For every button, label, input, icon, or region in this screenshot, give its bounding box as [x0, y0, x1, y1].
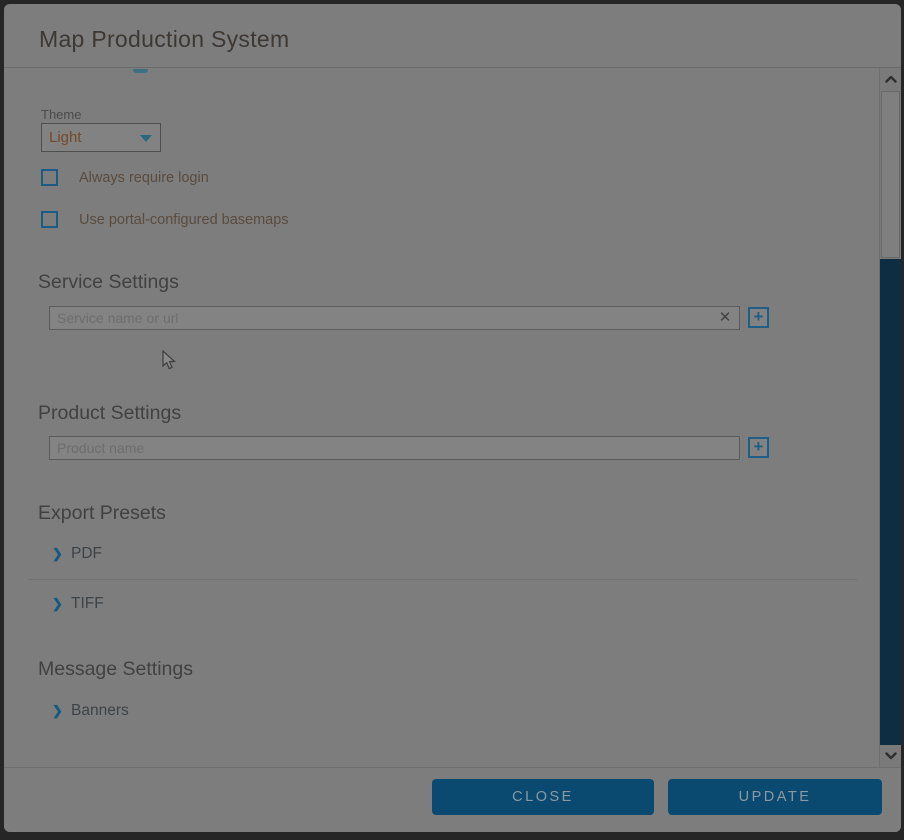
vertical-scrollbar[interactable]: [879, 68, 901, 767]
screen: Map Production System Theme Light Always…: [0, 0, 904, 840]
service-name-input[interactable]: [49, 306, 740, 330]
settings-scroll-area: Theme Light Always require login Use por…: [4, 68, 901, 767]
always-require-login-checkbox[interactable]: [41, 169, 58, 186]
expander-label: TIFF: [71, 595, 104, 613]
checkbox-label: Use portal-configured basemaps: [79, 212, 289, 228]
checkbox-label: Always require login: [79, 170, 209, 186]
expander-label: Banners: [71, 702, 129, 720]
map-production-dialog: Map Production System Theme Light Always…: [4, 4, 901, 832]
mouse-cursor-icon: [162, 350, 178, 372]
product-name-input[interactable]: [49, 436, 740, 460]
add-product-button[interactable]: +: [748, 437, 769, 458]
clear-icon[interactable]: ✕: [716, 309, 734, 327]
add-service-button[interactable]: +: [748, 307, 769, 328]
chevron-down-icon: [140, 135, 152, 142]
scroll-down-icon: [885, 752, 897, 760]
scrollbar-track[interactable]: [880, 259, 901, 758]
close-button[interactable]: CLOSE: [432, 779, 654, 815]
scroll-up-icon: [885, 75, 897, 83]
scroll-up-button[interactable]: [880, 68, 901, 90]
preset-divider: [28, 579, 857, 580]
dialog-header: Map Production System: [4, 4, 901, 67]
portal-basemaps-checkbox[interactable]: [41, 211, 58, 228]
dialog-footer: CLOSE UPDATE: [4, 767, 901, 832]
chevron-right-icon: ❯: [52, 596, 63, 612]
message-settings-title: Message Settings: [38, 658, 193, 681]
theme-select[interactable]: Light: [41, 123, 161, 152]
theme-label: Theme: [41, 107, 81, 122]
update-button[interactable]: UPDATE: [668, 779, 882, 815]
clipped-control-edge: [133, 69, 148, 73]
scrollbar-thumb[interactable]: [881, 91, 900, 258]
theme-selected-value: Light: [49, 129, 82, 146]
expander-label: PDF: [71, 545, 102, 563]
product-settings-title: Product Settings: [38, 402, 181, 425]
chevron-right-icon: ❯: [52, 703, 63, 719]
export-presets-title: Export Presets: [38, 502, 166, 525]
dialog-title: Map Production System: [39, 26, 289, 53]
service-settings-title: Service Settings: [38, 271, 179, 294]
scroll-down-button[interactable]: [880, 745, 901, 767]
chevron-right-icon: ❯: [52, 546, 63, 562]
